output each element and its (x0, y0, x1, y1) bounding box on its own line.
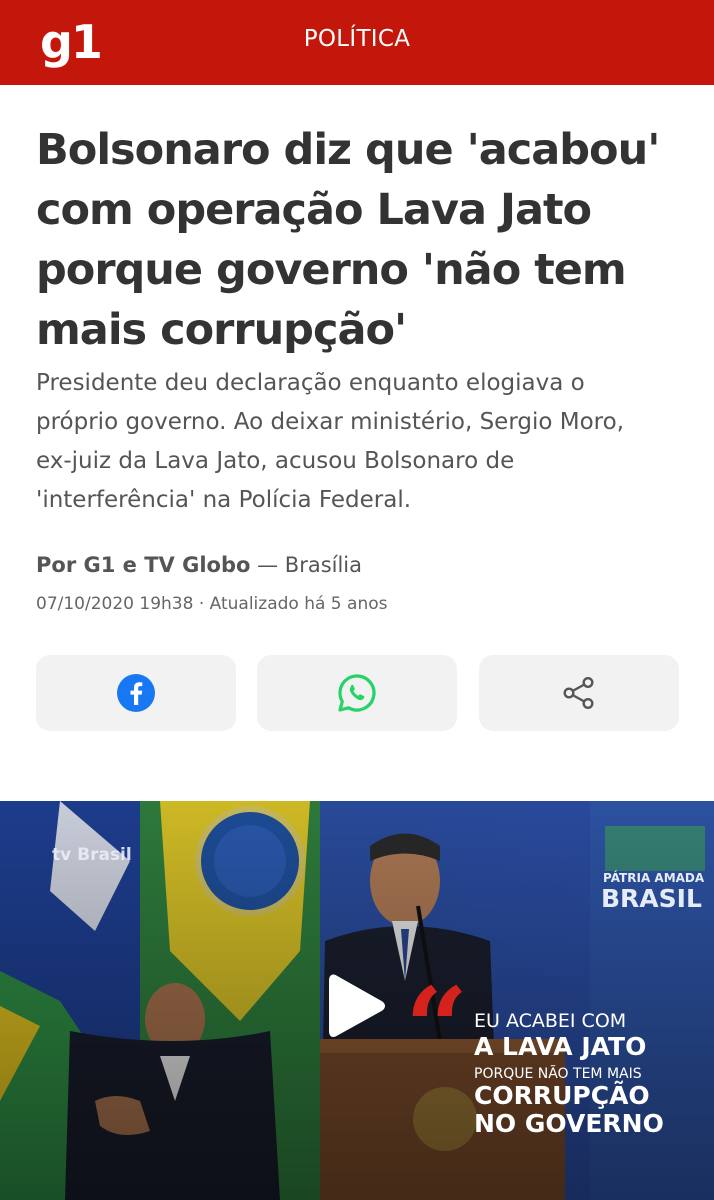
subtitle-line: 'interferência' na Polícia Federal. (36, 487, 412, 513)
top-bar: g1 POLÍTICA (0, 0, 714, 85)
publish-date: 07/10/2020 19h38 · Atualizado há 5 anos (36, 594, 388, 614)
subtitle-line: Presidente deu declaração enquanto elogi… (36, 370, 585, 396)
headline-line: Bolsonaro diz que 'acabou' (36, 125, 660, 175)
share-icon (563, 676, 594, 710)
share-whatsapp-button[interactable] (257, 655, 457, 731)
video-caption: EU ACABEI COM A LAVA JATO PORQUE NÃO TEM… (474, 1010, 709, 1139)
byline-author: Por G1 e TV Globo (36, 553, 251, 577)
subtitle-line: ex-juiz da Lava Jato, acusou Bolsonaro d… (36, 448, 515, 474)
caption-line: EU ACABEI COM (474, 1010, 627, 1032)
article-subtitle: Presidente deu declaração enquanto elogi… (36, 364, 676, 520)
subtitle-line: próprio governo. Ao deixar ministério, S… (36, 409, 625, 435)
article-headline: Bolsonaro diz que 'acabou' com operação … (36, 120, 686, 360)
headline-line: porque governo 'não tem (36, 245, 627, 295)
caption-line: CORRUPÇÃO (474, 1080, 650, 1110)
share-facebook-button[interactable] (36, 655, 236, 731)
play-icon[interactable] (327, 973, 387, 1039)
headline-line: mais corrupção' (36, 305, 407, 355)
section-title[interactable]: POLÍTICA (0, 26, 714, 52)
whatsapp-icon (338, 674, 376, 712)
headline-line: com operação Lava Jato (36, 185, 592, 235)
banner-brasil: BRASIL (601, 884, 702, 913)
byline-location: — Brasília (257, 553, 363, 577)
share-more-button[interactable] (479, 655, 679, 731)
svg-text:“: “ (405, 963, 468, 1092)
banner-patria: PÁTRIA AMADA (603, 871, 705, 885)
tv-brasil-logo: tv Brasil (52, 845, 132, 865)
caption-line: NO GOVERNO (474, 1109, 664, 1139)
byline: Por G1 e TV Globo — Brasília (36, 553, 362, 577)
caption-line: PORQUE NÃO TEM MAIS (474, 1065, 642, 1082)
caption-line: A LAVA JATO (474, 1031, 647, 1061)
facebook-icon (117, 674, 155, 712)
